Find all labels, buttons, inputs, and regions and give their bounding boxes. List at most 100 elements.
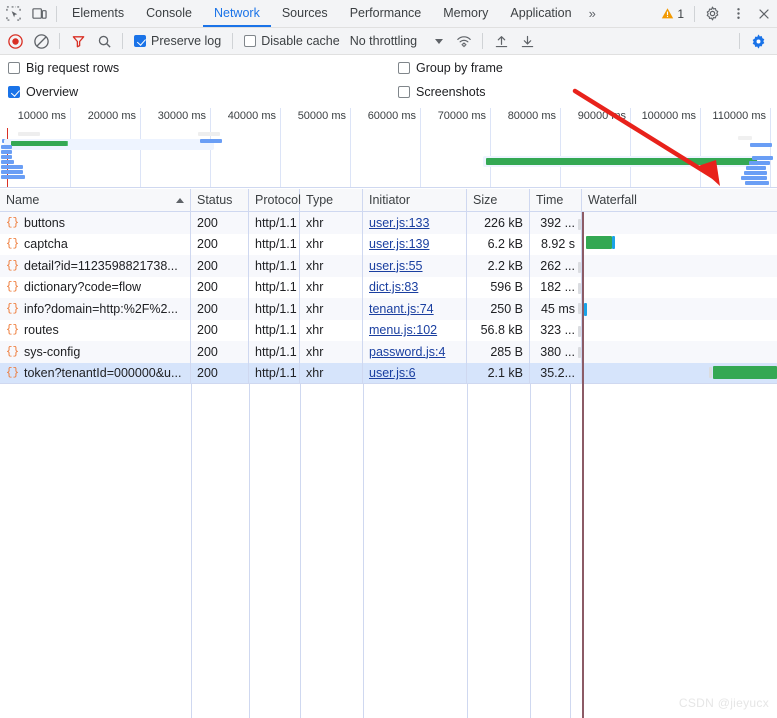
search-icon[interactable]	[91, 29, 117, 53]
cell-type: xhr	[300, 341, 363, 363]
column-header-size[interactable]: Size	[467, 188, 530, 212]
json-file-icon: {}	[5, 238, 20, 251]
cell-protocol: http/1.1	[249, 362, 300, 384]
disable-cache-checkbox[interactable]: Disable cache	[238, 34, 346, 48]
tab-elements[interactable]: Elements	[61, 0, 135, 27]
devtools-tabbar: Elements Console Network Sources Perform…	[0, 0, 777, 28]
close-icon[interactable]	[751, 1, 777, 27]
table-row[interactable]: {} captcha 200 http/1.1 xhr user.js:139 6.2 kB…	[0, 233, 777, 255]
big-request-rows-option[interactable]: Big request rows	[8, 61, 119, 75]
column-header-type[interactable]: Type	[300, 188, 363, 212]
table-row[interactable]: {} routes 200 http/1.1 xhr menu.js:102 56.8 kB…	[0, 319, 777, 341]
table-row[interactable]: {} detail?id=1123598821738... 200 http/1.1 x…	[0, 255, 777, 277]
initiator-link[interactable]: menu.js:102	[369, 323, 437, 337]
cell-name-label: sys-config	[24, 344, 81, 359]
preserve-log-checkbox[interactable]: Preserve log	[128, 34, 227, 48]
initiator-link[interactable]: password.js:4	[369, 345, 445, 359]
gear-icon[interactable]	[699, 1, 725, 27]
network-options-area: Big request rows Overview Group by frame…	[0, 55, 777, 108]
overview-option[interactable]: Overview	[8, 85, 78, 99]
column-header-protocol[interactable]: Protocol	[249, 188, 301, 212]
cell-name: {} token?tenantId=000000&u...	[0, 362, 191, 384]
waterfall-bar-segment	[578, 262, 581, 273]
cell-status: 200	[191, 233, 249, 255]
cell-name-label: dictionary?code=flow	[24, 280, 142, 295]
column-header-status-label: Status	[197, 193, 233, 207]
table-row[interactable]: {} buttons 200 http/1.1 xhr user.js:133 226 kB…	[0, 212, 777, 234]
import-har-icon[interactable]	[488, 29, 514, 53]
column-header-waterfall[interactable]: Waterfall	[582, 189, 777, 212]
cell-type: xhr	[300, 319, 363, 341]
requests-table-body[interactable]: {} buttons 200 http/1.1 xhr user.js:133 226 kB…	[0, 212, 777, 384]
table-row[interactable]: {} dictionary?code=flow 200 http/1.1 xhr dict…	[0, 276, 777, 298]
overview-tick-line	[490, 108, 491, 187]
initiator-link[interactable]: user.js:133	[369, 216, 429, 230]
record-button[interactable]	[2, 29, 28, 53]
initiator-link[interactable]: user.js:55	[369, 259, 423, 273]
tab-application[interactable]: Application	[499, 0, 582, 27]
overview-tick-label: 90000 ms	[577, 110, 626, 122]
initiator-link[interactable]: user.js:6	[369, 366, 416, 380]
screenshots-option[interactable]: Screenshots	[398, 85, 485, 99]
screenshots-box[interactable]	[398, 86, 410, 98]
disable-cache-box[interactable]	[244, 35, 257, 47]
overview-box[interactable]	[8, 86, 20, 98]
initiator-link[interactable]: dict.js:83	[369, 280, 418, 294]
cell-type: xhr	[300, 362, 363, 384]
table-row[interactable]: {} token?tenantId=000000&u... 200 http/1.1 x…	[0, 362, 777, 384]
cell-name: {} buttons	[0, 212, 191, 234]
column-header-initiator[interactable]: Initiator	[363, 188, 467, 212]
tab-application-label: Application	[510, 5, 572, 20]
throttling-select[interactable]: No throttling	[346, 34, 421, 48]
tab-console[interactable]: Console	[135, 0, 203, 27]
tab-memory[interactable]: Memory	[432, 0, 499, 27]
inspect-element-icon[interactable]	[0, 1, 26, 27]
overview-bar	[1, 175, 25, 179]
cell-name: {} captcha	[0, 233, 191, 255]
waterfall-bar-download	[612, 236, 615, 249]
tab-network[interactable]: Network	[202, 0, 271, 27]
filter-icon[interactable]	[65, 29, 91, 53]
cell-name-label: detail?id=1123598821738...	[24, 258, 178, 273]
overview-tick-label: 80000 ms	[507, 110, 556, 122]
chevron-down-icon[interactable]	[435, 38, 444, 44]
clear-button[interactable]	[28, 29, 54, 53]
overview-tick-label: 110000 ms	[712, 110, 766, 122]
column-header-status[interactable]: Status	[191, 188, 249, 212]
overview-tick-label: 30000 ms	[157, 110, 206, 122]
json-file-icon: {}	[5, 367, 20, 380]
more-vertical-icon[interactable]	[725, 1, 751, 27]
initiator-link[interactable]: tenant.js:74	[369, 302, 434, 316]
tab-memory-label: Memory	[443, 5, 489, 20]
cell-size: 56.8 kB	[467, 319, 530, 341]
tab-sources[interactable]: Sources	[271, 0, 339, 27]
network-conditions-icon[interactable]	[451, 29, 477, 53]
cell-protocol: http/1.1	[249, 319, 300, 341]
overview-tick-label: 60000 ms	[367, 110, 416, 122]
overview-tick-line	[630, 108, 631, 187]
overview-bar	[749, 161, 770, 165]
overview-tick-line	[420, 108, 421, 187]
overview-tick-line	[350, 108, 351, 187]
more-tabs-button[interactable]: »	[583, 6, 602, 21]
tab-performance[interactable]: Performance	[339, 0, 433, 27]
table-row[interactable]: {} sys-config 200 http/1.1 xhr password.js:4 2…	[0, 341, 777, 363]
initiator-link[interactable]: user.js:139	[369, 237, 429, 251]
warning-triangle-icon	[661, 7, 674, 20]
overview-bar	[745, 181, 769, 185]
toolbar-divider-1	[59, 33, 60, 49]
column-header-name[interactable]: Name	[0, 188, 191, 212]
export-har-icon[interactable]	[514, 29, 540, 53]
group-by-frame-box[interactable]	[398, 62, 410, 74]
cell-type: xhr	[300, 233, 363, 255]
preserve-log-box[interactable]	[134, 35, 146, 47]
group-by-frame-option[interactable]: Group by frame	[398, 61, 503, 75]
warning-indicator[interactable]: 1	[655, 7, 690, 21]
big-request-rows-box[interactable]	[8, 62, 20, 74]
network-settings-gear-icon[interactable]	[745, 29, 771, 53]
table-row[interactable]: {} info?domain=http:%2F%2... 200 http/1.1 xh…	[0, 298, 777, 320]
cell-status: 200	[191, 212, 249, 234]
device-toolbar-icon[interactable]	[26, 1, 52, 27]
column-header-time[interactable]: Time	[530, 188, 582, 212]
network-overview-timeline[interactable]: 10000 ms 20000 ms 30000 ms 40000 ms 50000 ms…	[0, 108, 777, 188]
